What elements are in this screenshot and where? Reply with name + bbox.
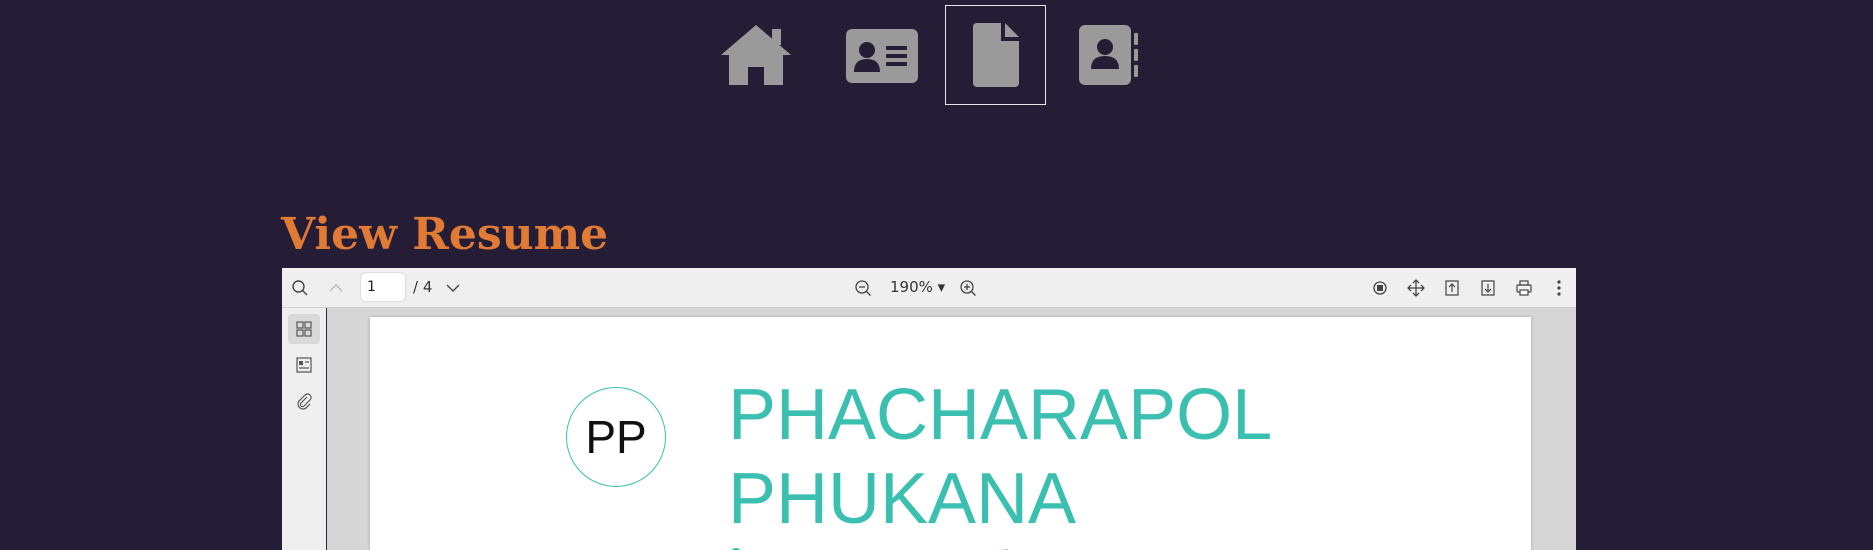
- page-title: View Resume: [281, 209, 609, 260]
- search-icon[interactable]: [289, 277, 311, 299]
- next-page-icon[interactable]: [442, 277, 464, 299]
- thumbnails-icon[interactable]: [288, 314, 320, 344]
- attachments-icon[interactable]: [288, 386, 320, 416]
- zoom-in-icon[interactable]: [957, 277, 979, 299]
- nav-about-button[interactable]: [831, 5, 932, 105]
- contact-book-icon: [1078, 25, 1138, 85]
- pdf-page: PP PHACHARAPOL PHUKANA: [370, 317, 1531, 550]
- zoom-select[interactable]: 190% ▾: [890, 278, 945, 296]
- top-nav: [0, 5, 1873, 107]
- name-line-1: PHACHARAPOL: [728, 375, 1273, 455]
- resume-name: PHACHARAPOL PHUKANA: [728, 373, 1272, 541]
- page-number-input[interactable]: [360, 272, 406, 302]
- nav-resume-button[interactable]: [945, 5, 1046, 105]
- nav-home-button[interactable]: [705, 5, 806, 105]
- outline-icon[interactable]: [288, 350, 320, 380]
- avatar: PP: [566, 387, 666, 487]
- id-card-icon: [845, 29, 918, 83]
- home-icon: [720, 25, 791, 85]
- pdf-toolbar: / 4 190% ▾: [282, 268, 1576, 308]
- document-icon: [972, 23, 1019, 87]
- name-line-2: PHUKANA: [728, 459, 1077, 539]
- zoom-out-icon[interactable]: [852, 277, 874, 299]
- previous-page-icon[interactable]: [325, 277, 347, 299]
- open-file-icon[interactable]: [1441, 277, 1463, 299]
- download-icon[interactable]: [1477, 277, 1499, 299]
- nav-contact-button[interactable]: [1058, 5, 1159, 105]
- more-options-icon[interactable]: [1548, 277, 1570, 299]
- print-icon[interactable]: [1513, 277, 1535, 299]
- contact-line-partial: [730, 545, 1030, 550]
- pdf-sidebar: [282, 308, 327, 550]
- pdf-viewer: / 4 190% ▾: [282, 268, 1576, 550]
- pan-icon[interactable]: [1405, 277, 1427, 299]
- page-total: / 4: [413, 278, 433, 296]
- rotate-icon[interactable]: [1369, 277, 1391, 299]
